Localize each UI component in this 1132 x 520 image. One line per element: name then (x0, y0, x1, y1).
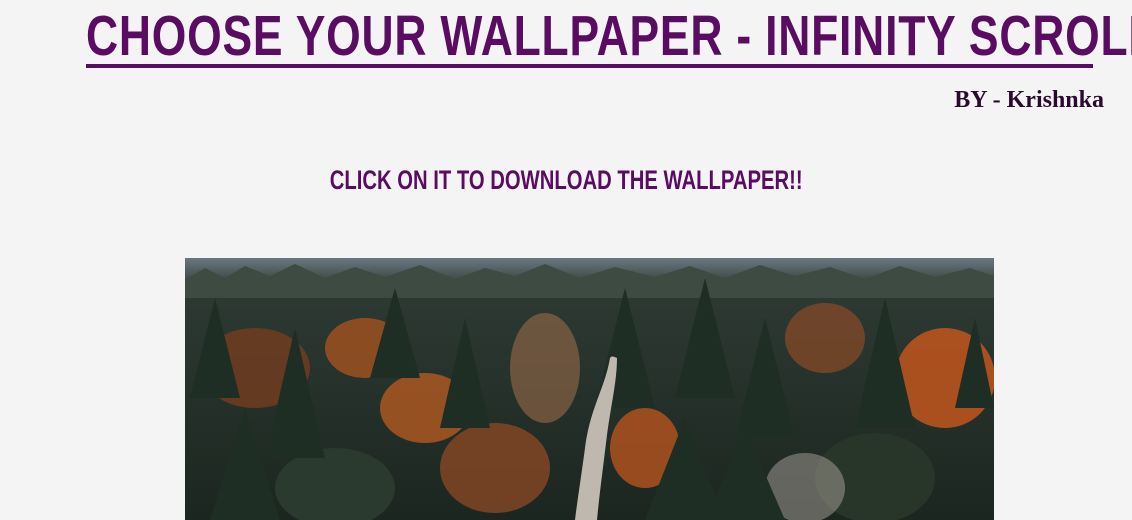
download-instruction-text: CLICK ON IT TO DOWNLOAD THE WALLPAPER!! (329, 165, 803, 195)
page-title: CHOOSE YOUR WALLPAPER - INFINITY SCROLL (86, 4, 1132, 68)
wallpaper-image[interactable] (185, 258, 994, 520)
download-instruction: CLICK ON IT TO DOWNLOAD THE WALLPAPER!! (0, 162, 1132, 198)
wallpaper-image-link[interactable] (185, 258, 994, 520)
author-byline: BY - Krishnka (954, 87, 1104, 113)
page: CHOOSE YOUR WALLPAPER - INFINITY SCROLL … (0, 0, 1132, 520)
title-underline (86, 64, 1093, 68)
